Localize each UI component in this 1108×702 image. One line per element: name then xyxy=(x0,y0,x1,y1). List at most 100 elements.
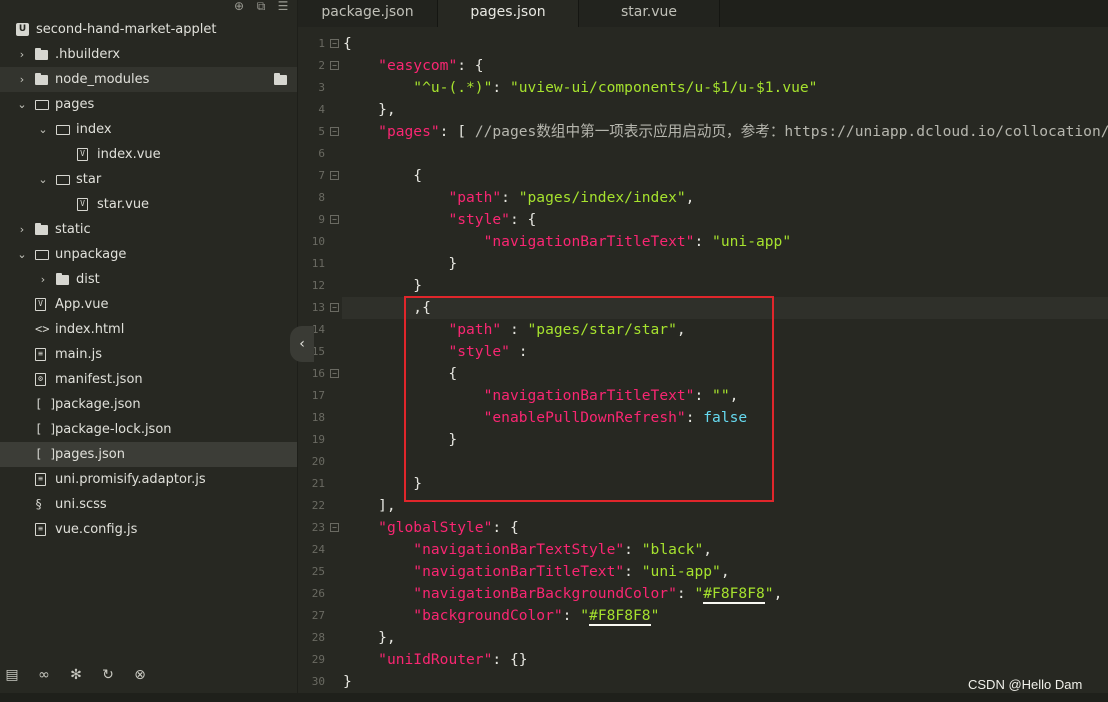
fold-toggle-icon[interactable]: − xyxy=(330,369,339,378)
file-tree-item-label: star xyxy=(76,172,102,187)
code-text: } xyxy=(343,275,422,297)
file-tree-item[interactable]: ≡ uni.promisify.adaptor.js xyxy=(0,467,297,492)
code-line: 5− "pages": [ //pages数组中第一项表示应用启动页，参考：ht… xyxy=(298,121,1108,143)
json-file-icon: [ ] xyxy=(35,447,57,461)
code-line: 3 "^u-(.*)": "uview-ui/components/u-$1/u… xyxy=(298,77,1108,99)
manifest-file-icon: ⚙ xyxy=(35,373,49,386)
file-tree-item-label: static xyxy=(55,222,91,237)
file-tree-item-label: manifest.json xyxy=(55,372,143,387)
code-line: 23− "globalStyle": { xyxy=(298,517,1108,539)
line-number: 22 xyxy=(311,499,325,512)
code-token: "pages/index/index" xyxy=(518,189,686,206)
line-number: 19 xyxy=(311,433,325,446)
folder-icon xyxy=(56,273,70,286)
vue-file-icon: V xyxy=(77,148,91,161)
line-number: 7 xyxy=(318,169,325,182)
code-text: "navigationBarTitleText": "uni-app", xyxy=(343,561,729,583)
code-token: : [ xyxy=(439,123,475,140)
globe-icon[interactable]: ⊗ xyxy=(130,667,150,683)
files-icon[interactable]: ▤ xyxy=(2,667,22,683)
file-tree-item[interactable]: ⌄ unpackage xyxy=(0,242,297,267)
line-number: 11 xyxy=(311,257,325,270)
fold-toggle-icon[interactable]: − xyxy=(330,303,339,312)
bug-icon[interactable]: ✻ xyxy=(66,667,86,683)
watermark: CSDN @Hello Dam xyxy=(968,677,1083,692)
code-line: 29 "uniIdRouter": {} xyxy=(298,649,1108,671)
code-token: }, xyxy=(343,629,396,646)
file-tree-item[interactable]: § uni.scss xyxy=(0,492,297,517)
folder-open-icon xyxy=(56,173,70,186)
code-line: 8 "path": "pages/index/index", xyxy=(298,187,1108,209)
file-tree-item[interactable]: ⌄ index xyxy=(0,117,297,142)
target-icon[interactable]: ⊕ xyxy=(233,0,245,14)
file-tree: Usecond-hand-market-applet › .hbuilderx › no… xyxy=(0,17,297,542)
code-line: 12 } xyxy=(298,275,1108,297)
chevron-down-icon[interactable]: ⌄ xyxy=(37,167,49,192)
code-token: "globalStyle" xyxy=(378,519,493,536)
fold-toggle-icon[interactable]: − xyxy=(330,127,339,136)
code-text: } xyxy=(343,253,457,275)
fold-toggle-icon[interactable]: − xyxy=(330,61,339,70)
collapse-sidebar-button[interactable]: ‹ xyxy=(290,326,314,362)
file-tree-item[interactable]: [ ] package-lock.json xyxy=(0,417,297,442)
chevron-down-icon[interactable]: ⌄ xyxy=(16,92,28,117)
line-number: 2 xyxy=(318,59,325,72)
file-tree-item[interactable]: › .hbuilderx xyxy=(0,42,297,67)
code-token: "pages" xyxy=(378,123,440,140)
code-token: } xyxy=(343,255,458,272)
menu-icon[interactable]: ☰ xyxy=(277,0,289,14)
file-tree-item[interactable]: Vstar.vue xyxy=(0,192,297,217)
code-line: 2− "easycom": { xyxy=(298,55,1108,77)
line-number: 12 xyxy=(311,279,325,292)
code-line: 11 } xyxy=(298,253,1108,275)
file-tree-item[interactable]: <> index.html xyxy=(0,317,297,342)
file-tree-item[interactable]: › static xyxy=(0,217,297,242)
fold-toggle-icon[interactable]: − xyxy=(330,523,339,532)
tab-star-vue[interactable]: star.vue xyxy=(579,0,720,27)
line-number: 17 xyxy=(311,389,325,402)
file-tree-item[interactable]: ≡ main.js xyxy=(0,342,297,367)
project-explorer: ⊕ ⧉ ☰ Usecond-hand-market-applet › .hbuild… xyxy=(0,0,297,702)
file-tree-item[interactable]: › dist xyxy=(0,267,297,292)
file-tree-item[interactable]: [ ] package.json xyxy=(0,392,297,417)
code-text: "easycom": { xyxy=(343,55,483,77)
file-tree-item[interactable]: Vindex.vue xyxy=(0,142,297,167)
code-token: : xyxy=(624,563,642,580)
chevron-down-icon[interactable]: ⌄ xyxy=(16,242,28,267)
tab-package-json[interactable]: package.json xyxy=(298,0,438,27)
binoculars-icon[interactable]: ∞ xyxy=(34,667,54,683)
file-tree-item[interactable]: [ ] pages.json xyxy=(0,442,297,467)
tab-pages-json[interactable]: pages.json xyxy=(438,0,579,27)
refresh-icon[interactable]: ↻ xyxy=(98,667,118,683)
copy-icon[interactable]: ⧉ xyxy=(255,0,267,14)
js-file-icon: ≡ xyxy=(35,348,49,361)
js-file-icon: ≡ xyxy=(35,473,49,486)
file-tree-item[interactable]: ⚙ manifest.json xyxy=(0,367,297,392)
line-number: 25 xyxy=(311,565,325,578)
chevron-right-icon[interactable]: › xyxy=(16,42,28,67)
status-bar xyxy=(0,693,1108,702)
file-tree-item[interactable]: Usecond-hand-market-applet xyxy=(0,17,297,42)
fold-toggle-icon[interactable]: − xyxy=(330,171,339,180)
file-tree-item-label: unpackage xyxy=(55,247,127,262)
file-tree-item[interactable]: ⌄ star xyxy=(0,167,297,192)
chevron-down-icon[interactable]: ⌄ xyxy=(37,117,49,142)
file-tree-item[interactable]: ≡ vue.config.js xyxy=(0,517,297,542)
file-tree-item[interactable]: V App.vue xyxy=(0,292,297,317)
chevron-right-icon[interactable]: › xyxy=(16,217,28,242)
fold-toggle-icon[interactable]: − xyxy=(330,39,339,48)
code-token: "^u-(.*)" xyxy=(413,79,493,96)
code-token: "navigationBarTitleText" xyxy=(483,233,695,250)
code-token: "easycom" xyxy=(378,57,458,74)
file-tree-item[interactable]: ⌄ pages xyxy=(0,92,297,117)
fold-toggle-icon[interactable]: − xyxy=(330,215,339,224)
file-tree-item[interactable]: › node_modules xyxy=(0,67,297,92)
line-number: 23 xyxy=(311,521,325,534)
chevron-right-icon[interactable]: › xyxy=(16,67,28,92)
code-token: , xyxy=(773,585,783,602)
open-folder-action-icon[interactable] xyxy=(274,73,288,86)
chevron-right-icon[interactable]: › xyxy=(37,267,49,292)
